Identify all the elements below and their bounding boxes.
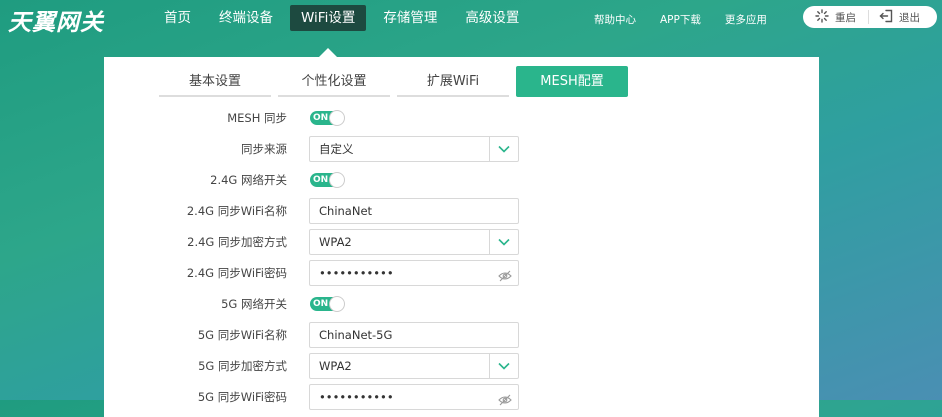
restart-icon (815, 8, 835, 26)
row-wifi24-pwd: 2.4G 同步WiFi密码 ••••••••••• (104, 260, 819, 286)
wifi5-enc-label: 5G 同步加密方式 (198, 359, 287, 373)
tab-basic-settings[interactable]: 基本设置 (159, 66, 271, 97)
row-wifi5-switch: 5G 网络开关 ON (104, 291, 819, 317)
brand-logo[interactable]: 天翼网关 (8, 3, 104, 37)
row-wifi5-enc: 5G 同步加密方式 WPA2 (104, 353, 819, 379)
wifi24-enc-label: 2.4G 同步加密方式 (187, 235, 287, 249)
row-wifi5-name: 5G 同步WiFi名称 (104, 322, 819, 348)
toggle-knob (329, 296, 345, 312)
wifi24-enc-value: WPA2 (319, 235, 352, 249)
mesh-sync-toggle[interactable]: ON (310, 110, 345, 126)
wifi24-switch-state: ON (313, 175, 329, 185)
wifi24-pwd-value: ••••••••••• (319, 266, 394, 280)
link-app-download[interactable]: APP下载 (660, 12, 701, 27)
sync-source-value: 自定义 (319, 142, 354, 156)
restart-label: 重启 (835, 11, 856, 24)
wifi24-switch-label: 2.4G 网络开关 (210, 173, 287, 187)
wifi24-name-label: 2.4G 同步WiFi名称 (186, 204, 287, 218)
wifi5-name-input[interactable] (319, 324, 479, 346)
logout-icon (879, 9, 899, 26)
nav-devices[interactable]: 终端设备 (208, 5, 284, 31)
eye-hidden-icon[interactable] (498, 266, 512, 290)
wifi5-pwd-label: 5G 同步WiFi密码 (197, 390, 287, 404)
nav-wifi-settings[interactable]: WiFi设置 (290, 5, 367, 58)
chevron-down-icon[interactable] (489, 137, 518, 161)
wifi5-pwd-field[interactable]: ••••••••••• (309, 384, 519, 410)
wifi24-pwd-label: 2.4G 同步WiFi密码 (186, 266, 287, 280)
wifi24-enc-select[interactable]: WPA2 (309, 229, 519, 255)
row-wifi24-enc: 2.4G 同步加密方式 WPA2 (104, 229, 819, 255)
tab-extend-wifi[interactable]: 扩展WiFi (397, 66, 509, 97)
toggle-knob (329, 110, 345, 126)
nav-advanced[interactable]: 高级设置 (454, 5, 530, 31)
eye-hidden-icon[interactable] (498, 390, 512, 414)
wifi5-name-field[interactable] (309, 322, 519, 348)
row-mesh-sync: MESH 同步 ON (104, 105, 819, 131)
wifi24-name-field[interactable] (309, 198, 519, 224)
logout-label: 退出 (899, 11, 920, 24)
wifi5-switch-state: ON (313, 299, 329, 309)
mesh-sync-label: MESH 同步 (227, 111, 287, 125)
wifi5-name-label: 5G 同步WiFi名称 (197, 328, 287, 342)
chevron-down-icon[interactable] (489, 230, 518, 254)
sync-source-label: 同步来源 (241, 142, 287, 156)
chevron-down-icon[interactable] (489, 354, 518, 378)
row-wifi24-switch: 2.4G 网络开关 ON (104, 167, 819, 193)
nav-home[interactable]: 首页 (153, 5, 202, 31)
wifi5-pwd-value: ••••••••••• (319, 390, 394, 404)
toggle-knob (329, 172, 345, 188)
main-nav: 首页 终端设备 WiFi设置 存储管理 高级设置 (153, 5, 536, 58)
wifi5-switch-toggle[interactable]: ON (310, 296, 345, 312)
wifi24-name-input[interactable] (319, 200, 479, 222)
sync-source-select[interactable]: 自定义 (309, 136, 519, 162)
wifi5-switch-label: 5G 网络开关 (221, 297, 287, 311)
link-help[interactable]: 帮助中心 (594, 12, 636, 27)
restart-button[interactable]: 重启 (803, 8, 869, 26)
tab-personalize[interactable]: 个性化设置 (278, 66, 390, 97)
logout-button[interactable]: 退出 (869, 6, 920, 28)
wifi24-switch-toggle[interactable]: ON (310, 172, 345, 188)
nav-storage[interactable]: 存储管理 (372, 5, 448, 31)
tab-mesh-config[interactable]: MESH配置 (516, 66, 628, 97)
sub-tabs: 基本设置 个性化设置 扩展WiFi MESH配置 (159, 66, 635, 97)
wifi24-pwd-field[interactable]: ••••••••••• (309, 260, 519, 286)
content-panel: 基本设置 个性化设置 扩展WiFi MESH配置 MESH 同步 ON 同步来源… (104, 57, 819, 417)
mesh-sync-state: ON (313, 113, 329, 123)
action-pill: 重启 退出 (803, 6, 937, 28)
row-sync-source: 同步来源 自定义 (104, 136, 819, 162)
row-wifi5-pwd: 5G 同步WiFi密码 ••••••••••• (104, 384, 819, 410)
link-more-apps[interactable]: 更多应用 (725, 12, 767, 27)
wifi5-enc-value: WPA2 (319, 359, 352, 373)
top-bar: 天翼网关 首页 终端设备 WiFi设置 存储管理 高级设置 帮助中心 APP下载… (0, 0, 942, 58)
top-links: 帮助中心 APP下载 更多应用 (594, 12, 791, 27)
wifi5-enc-select[interactable]: WPA2 (309, 353, 519, 379)
row-wifi24-name: 2.4G 同步WiFi名称 (104, 198, 819, 224)
